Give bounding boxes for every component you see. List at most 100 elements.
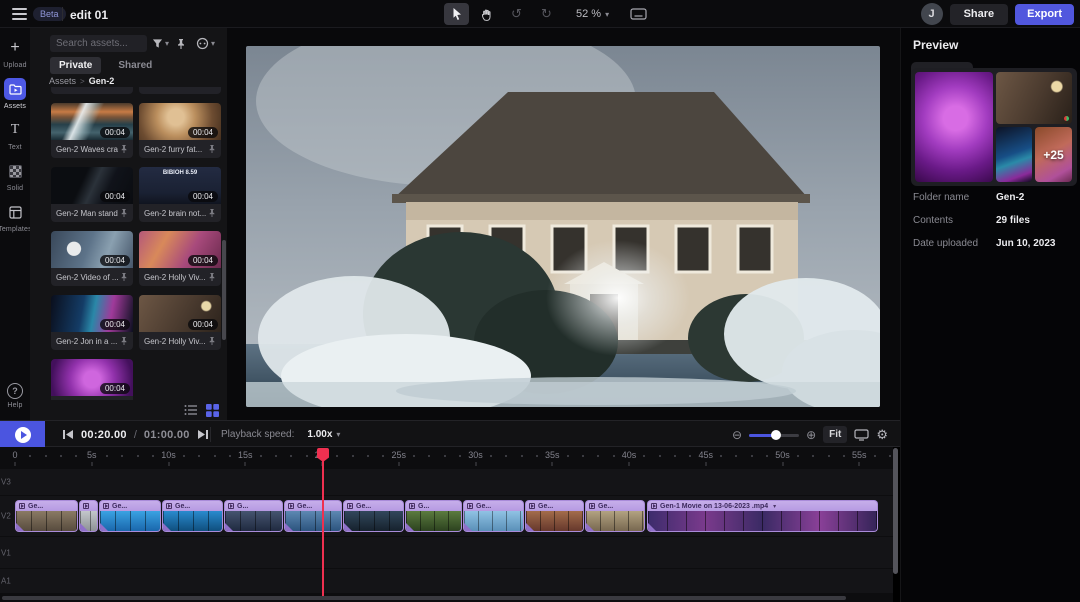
skip-to-start-button[interactable] [62, 429, 74, 440]
overflow-count-badge: +25 [1043, 148, 1063, 162]
timeline-clip[interactable]: Ge... [162, 500, 223, 532]
timeline-clip[interactable]: G... [405, 500, 462, 532]
tab-shared[interactable]: Shared [109, 57, 161, 74]
asset-card[interactable]: 00:04 Gen-2 Holly Viv... [139, 295, 221, 350]
track-v3[interactable]: V3 [0, 469, 893, 495]
ruler-dot [428, 455, 430, 457]
timeline-clip[interactable]: Ge... [15, 500, 78, 532]
pin-icon[interactable] [120, 144, 128, 154]
display-icon [854, 429, 869, 441]
chevron-down-icon[interactable]: ▾ [773, 503, 776, 510]
clip-play-icon [347, 503, 353, 509]
share-button[interactable]: Share [950, 4, 1009, 25]
timeline-clip[interactable] [79, 500, 98, 532]
preview-display-button[interactable] [854, 429, 869, 441]
assets-scrollbar[interactable] [222, 240, 226, 340]
zoom-in-icon[interactable]: ⊕ [806, 429, 816, 441]
sidebar-item-solid[interactable]: Solid [0, 160, 30, 192]
view-options-button[interactable]: ▾ [196, 35, 215, 52]
timeline-clip[interactable]: Ge... [99, 500, 161, 532]
ruler-label: 30s [468, 450, 483, 460]
playhead-line[interactable] [322, 456, 324, 596]
timeline-horizontal-scrollbar[interactable] [2, 596, 846, 600]
sidebar-item-templates[interactable]: Templates [0, 201, 30, 233]
sidebar-item-help[interactable]: ? Help [0, 383, 30, 409]
pin-icon[interactable] [208, 336, 216, 346]
pinned-filter-button[interactable] [176, 35, 186, 52]
keyboard-shortcuts-button[interactable] [626, 3, 651, 25]
ruler-dot [260, 455, 262, 457]
list-view-icon [184, 404, 198, 416]
undo-icon: ↺ [511, 6, 522, 22]
ruler-label: 35s [545, 450, 560, 460]
pin-icon[interactable] [120, 336, 128, 346]
clip-header [80, 501, 97, 511]
timeline-clip[interactable]: Ge... [284, 500, 342, 532]
clip-play-icon [83, 503, 89, 509]
track-a1[interactable]: A1 [0, 569, 893, 593]
export-button[interactable]: Export [1015, 4, 1074, 25]
play-button[interactable] [0, 421, 45, 448]
asset-card[interactable]: 00:04 Gen-2 Waves cra... [51, 103, 133, 158]
search-input[interactable] [50, 35, 147, 52]
asset-title: Gen-2 brain not... [144, 209, 206, 218]
pin-icon[interactable] [208, 272, 216, 282]
asset-card[interactable]: 00:04 Gen-2 Jon in a ... [51, 295, 133, 350]
asset-card[interactable]: BIBIOH 8.59 00:04 Gen-2 brain not... [139, 167, 221, 222]
tab-private[interactable]: Private [50, 57, 101, 74]
pin-icon[interactable] [120, 208, 128, 218]
clip-filmstrip [16, 511, 77, 531]
timeline-zoom-slider[interactable] [749, 430, 799, 440]
settings-gear-icon[interactable]: ⚙ [876, 427, 888, 443]
hand-tool-button[interactable] [474, 3, 499, 25]
timeline-clip[interactable]: Ge... [525, 500, 584, 532]
timeline-ruler[interactable]: 0 5s 10s 15s 20s 25s 30s 35s 40s 45s 50s… [0, 447, 893, 467]
clip-play-icon [19, 503, 25, 509]
pin-icon[interactable] [208, 144, 216, 154]
slider-knob[interactable] [771, 430, 781, 440]
ruler-dot [137, 455, 139, 457]
video-preview[interactable] [246, 46, 880, 407]
asset-card[interactable]: 00:04 Gen-2 Holly Viv... [139, 231, 221, 286]
timeline-clip[interactable]: Ge... [585, 500, 645, 532]
hamburger-menu-icon[interactable] [12, 8, 27, 20]
undo-button[interactable]: ↺ [504, 3, 529, 25]
zoom-out-icon[interactable]: ⊖ [732, 429, 742, 441]
select-tool-button[interactable] [444, 3, 469, 25]
playback-speed-dropdown[interactable]: 1.00x ▾ [301, 428, 346, 441]
ruler-dot [674, 455, 676, 457]
pin-icon[interactable] [208, 208, 216, 218]
grid-view-button[interactable] [206, 404, 219, 417]
asset-card[interactable]: 00:04 Gen-2 Man stand... [51, 167, 133, 222]
skip-to-end-button[interactable] [197, 429, 209, 440]
assets-panel: ▾ ▾ PrivateShared Assets > Gen-2 00:04 G… [30, 28, 227, 420]
timeline-clip[interactable]: Ge... [463, 500, 524, 532]
sidebar-item-text[interactable]: T Text [0, 119, 30, 151]
clip-label: Ge... [112, 503, 127, 510]
timeline-vertical-scrollbar[interactable] [893, 448, 898, 574]
collage-image-teddy [915, 72, 993, 182]
canvas-zoom-dropdown[interactable]: 52 % ▾ [570, 7, 615, 21]
track-v1[interactable]: V1 [0, 537, 893, 568]
filter-button[interactable]: ▾ [152, 35, 169, 52]
sidebar-item-upload[interactable]: + Upload [0, 37, 30, 69]
clip-filmstrip [406, 511, 461, 531]
sidebar-item-assets[interactable]: Assets [0, 78, 30, 110]
list-view-button[interactable] [184, 404, 198, 416]
sidebar-item-label: Solid [7, 185, 24, 192]
asset-card-footer: Gen-2 brain not... [139, 204, 221, 222]
folder-preview[interactable]: +25 [911, 62, 1077, 186]
ruler-dot [828, 455, 830, 457]
timeline-clip[interactable]: Ge... [343, 500, 404, 532]
avatar[interactable]: J [921, 3, 943, 25]
timeline-clip[interactable]: Gen-1 Movie on 13-06-2023 .mp4 ▾ [647, 500, 878, 532]
asset-card[interactable]: 00:04 Gen-2 furry fat... [139, 103, 221, 158]
timeline-clip[interactable]: G... [224, 500, 283, 532]
fit-button[interactable]: Fit [823, 426, 847, 443]
pin-icon[interactable] [120, 272, 128, 282]
redo-button[interactable]: ↻ [534, 3, 559, 25]
breadcrumb-root[interactable]: Assets [49, 76, 76, 86]
asset-card[interactable]: 00:04 Gen-2 Video of ... [51, 231, 133, 286]
chevron-down-icon: ▾ [605, 10, 609, 19]
clip-filmstrip [225, 511, 282, 531]
